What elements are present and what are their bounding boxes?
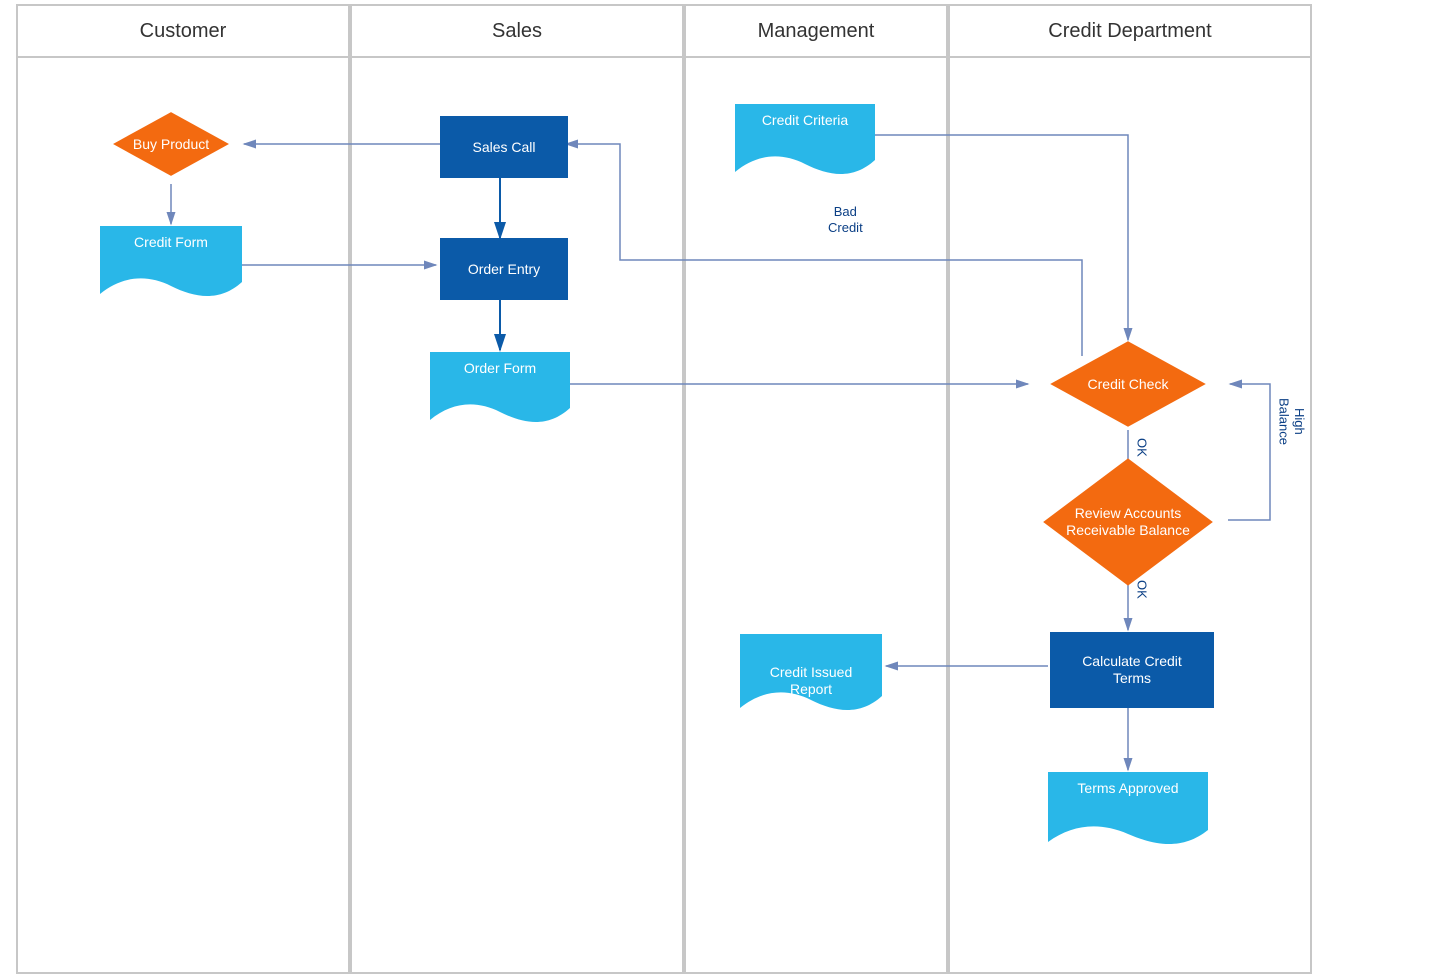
edge-label-high-balance: High Balance <box>1276 398 1307 445</box>
doc-terms-approved: Terms Approved <box>1048 772 1208 852</box>
edge-label-high-balance-l2: Balance <box>1277 398 1292 445</box>
edge-label-ok-2: OK <box>1134 580 1150 599</box>
decision-review-ar-balance: Review Accounts Receivable Balance <box>1028 474 1228 570</box>
process-sales-call: Sales Call <box>440 116 568 178</box>
order-entry-label: Order Entry <box>468 261 540 278</box>
edge-label-high-balance-l1: High <box>1292 408 1307 435</box>
edge-label-bad-credit: Bad Credit <box>828 204 863 235</box>
credit-form-label: Credit Form <box>134 234 208 304</box>
flowchart-canvas: Customer Sales Management Credit Departm… <box>0 0 1437 977</box>
doc-credit-issued-report: Credit Issued Report <box>740 634 882 720</box>
terms-approved-label: Terms Approved <box>1077 780 1178 852</box>
edge-label-bad-credit-l1: Bad <box>828 204 863 220</box>
calculate-credit-terms-label: Calculate Credit Terms <box>1067 653 1197 687</box>
sales-call-label: Sales Call <box>472 139 535 156</box>
doc-credit-form: Credit Form <box>100 226 242 304</box>
order-form-label: Order Form <box>464 360 536 430</box>
process-calculate-credit-terms: Calculate Credit Terms <box>1050 632 1214 708</box>
edge-label-ok-1: OK <box>1134 438 1150 457</box>
credit-issued-report-label-2: Report <box>740 681 882 698</box>
decision-buy-product: Buy Product <box>100 100 242 188</box>
credit-issued-report-label-1: Credit Issued <box>740 664 882 681</box>
edge-label-bad-credit-l2: Credit <box>828 220 863 236</box>
doc-order-form: Order Form <box>430 352 570 430</box>
decision-credit-check: Credit Check <box>1028 336 1228 432</box>
review-ar-balance-label: Review Accounts Receivable Balance <box>1053 505 1203 539</box>
doc-credit-criteria: Credit Criteria <box>735 104 875 182</box>
credit-check-label: Credit Check <box>1088 376 1169 393</box>
buy-product-label: Buy Product <box>133 136 209 153</box>
credit-criteria-label: Credit Criteria <box>762 112 848 182</box>
process-order-entry: Order Entry <box>440 238 568 300</box>
